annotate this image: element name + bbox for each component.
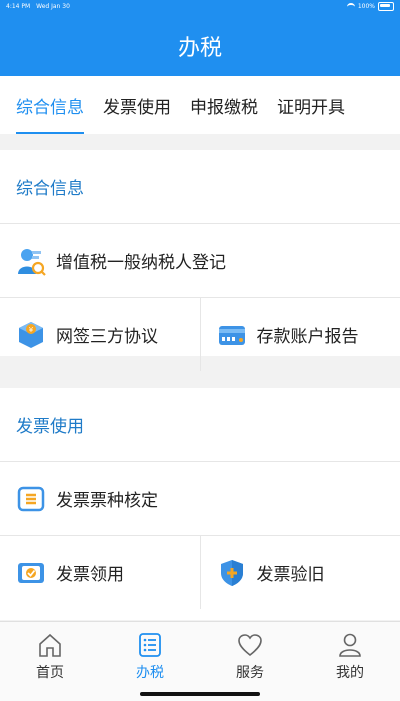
nav-home[interactable]: 首页 (0, 622, 100, 701)
nav-label: 服务 (236, 662, 264, 682)
wifi-icon (347, 3, 355, 11)
item-deposit-account-report[interactable]: 存款账户报告 (201, 298, 400, 371)
item-label: 发票领用 (56, 560, 124, 585)
section-title: 综合信息 (0, 150, 400, 224)
app-header: 4:14 PM Wed Jan 30 100% 办税 (0, 0, 400, 76)
svg-text:¥: ¥ (29, 326, 34, 334)
nav-tax[interactable]: 办税 (100, 622, 200, 701)
status-left: 4:14 PM Wed Jan 30 (6, 3, 74, 10)
list-row: 发票票种核定 (0, 462, 400, 536)
battery-icon (378, 2, 394, 11)
nav-service[interactable]: 服务 (200, 622, 300, 701)
item-label: 发票票种核定 (56, 486, 158, 511)
item-tripartite-agreement[interactable]: ¥ 网签三方协议 (0, 298, 201, 371)
section-invoice-use: 发票使用 发票票种核定 (0, 388, 400, 620)
item-label: 存款账户报告 (257, 322, 359, 347)
nav-label: 首页 (36, 662, 64, 682)
list-row: ¥ 网签三方协议 存款账户报告 (0, 298, 400, 371)
section-general-info: 综合信息 增值税一般纳税人登记 (0, 150, 400, 356)
tab-label: 综合信息 (16, 93, 84, 118)
status-bar: 4:14 PM Wed Jan 30 100% (0, 0, 400, 14)
item-label: 网签三方协议 (56, 322, 158, 347)
bank-card-icon (217, 320, 247, 350)
item-label: 发票验旧 (257, 560, 325, 585)
battery-text: 100% (358, 3, 375, 10)
invoice-verify-shield-icon (217, 558, 247, 588)
nav-label: 我的 (336, 662, 364, 682)
tab-general-info[interactable]: 综合信息 (16, 76, 84, 134)
list-row: 发票领用 发票验旧 (0, 536, 400, 609)
heart-icon (237, 632, 263, 658)
tripartite-agreement-icon: ¥ (16, 320, 46, 350)
home-icon (38, 632, 62, 658)
bottom-nav: 首页 办税 服务 我的 (0, 621, 400, 701)
tab-label: 申报缴税 (190, 93, 258, 118)
status-time: 4:14 PM (6, 3, 30, 10)
tab-label: 发票使用 (103, 93, 171, 118)
taxpayer-registration-icon (16, 246, 46, 276)
invoice-type-icon (16, 484, 46, 514)
page-title: 办税 (0, 30, 400, 62)
item-invoice-type-approval[interactable]: 发票票种核定 (0, 462, 400, 535)
tab-declare-pay-tax[interactable]: 申报缴税 (190, 76, 258, 134)
tab-label: 证明开具 (277, 93, 345, 118)
tab-bar: 综合信息 发票使用 申报缴税 证明开具 (0, 76, 400, 134)
item-label: 增值税一般纳税人登记 (56, 248, 226, 273)
home-indicator (140, 692, 260, 696)
item-invoice-verify-old[interactable]: 发票验旧 (201, 536, 400, 609)
list-row: 增值税一般纳税人登记 (0, 224, 400, 298)
user-icon (338, 632, 362, 658)
status-right: 100% (347, 2, 394, 11)
section-title: 发票使用 (0, 388, 400, 462)
invoice-collect-icon (16, 558, 46, 588)
item-vat-taxpayer-registration[interactable]: 增值税一般纳税人登记 (0, 224, 400, 297)
item-invoice-collect[interactable]: 发票领用 (0, 536, 201, 609)
tab-certificate-issue[interactable]: 证明开具 (277, 76, 345, 134)
status-date: Wed Jan 30 (36, 3, 70, 10)
nav-label: 办税 (136, 662, 164, 682)
list-icon (138, 632, 162, 658)
nav-mine[interactable]: 我的 (300, 622, 400, 701)
tab-invoice-use[interactable]: 发票使用 (103, 76, 171, 134)
